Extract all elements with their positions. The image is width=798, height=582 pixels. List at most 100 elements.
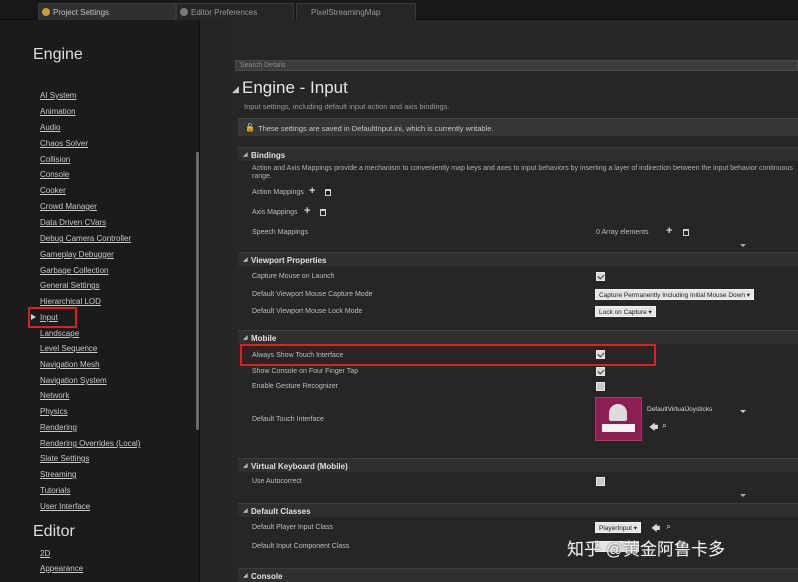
category-engine-heading: Engine [33,46,83,63]
tab-editor-preferences[interactable]: Editor Preferences [176,3,294,20]
sidebar-item-garbage-collection[interactable]: Garbage Collection [40,266,108,275]
tab-label: PixelStreamingMap [311,8,381,17]
use-selected-arrow-icon[interactable]: 🡄 [649,420,658,436]
sidebar-item-level-sequence[interactable]: Level Sequence [40,344,97,353]
sidebar-item-gameplay-debugger[interactable]: Gameplay Debugger [40,250,114,259]
highlight-box [240,344,656,366]
expand-arrow-icon[interactable] [740,244,746,247]
sidebar-item-cooker[interactable]: Cooker [40,186,66,195]
unlock-icon: 🔓 [245,123,255,132]
tab-label: Project Settings [53,8,110,17]
section-viewport-properties[interactable]: ◢ Viewport Properties [238,252,798,266]
gesture-label: Enable Gesture Recognizer [252,383,338,390]
capture-mouse-label: Capture Mouse on Launch [252,273,335,280]
autocorrect-label: Use Autocorrect [252,478,302,485]
lock-mode-label: Default Viewport Mouse Lock Mode [252,308,363,315]
input-component-label: Default Input Component Class [252,543,350,550]
collapse-caret-icon: ◢ [243,257,248,263]
section-bindings[interactable]: ◢ Bindings [238,147,798,161]
sidebar-item-general-settings[interactable]: General Settings [40,281,100,290]
expand-arrow-icon[interactable] [740,494,746,497]
sidebar-item-collision[interactable]: Collision [40,155,70,164]
sidebar-item-console[interactable]: Console [40,170,69,179]
add-icon[interactable]: + [304,206,310,217]
sidebar-item-crowd-manager[interactable]: Crowd Manager [40,202,97,211]
axis-mappings-label: Axis Mappings [252,209,298,216]
tab-pixelstreamingmap[interactable]: PixelStreamingMap [296,3,416,20]
collapse-caret-icon[interactable]: ◢ [232,84,239,95]
gesture-checkbox[interactable] [596,382,605,391]
section-title: Virtual Keyboard (Mobile) [251,462,348,471]
add-icon[interactable]: + [309,186,315,197]
section-console[interactable]: ◢ Console [238,568,798,582]
sidebar-item-hierarchical-lod[interactable]: Hierarchical LOD [40,297,101,306]
page-title: Engine - Input [242,78,348,97]
capture-mode-label: Default Viewport Mouse Capture Mode [252,291,373,298]
dropdown-value: PlayerInput [599,525,632,532]
show-console-label: Show Console on Four Finger Tap [252,368,359,375]
panel-gutter [200,20,230,582]
sidebar-item-user-interface[interactable]: User Interface [40,502,90,511]
config-notice: These settings are saved in DefaultInput… [238,118,798,136]
joystick-icon [609,404,627,421]
search-details-input[interactable]: Search Details [235,60,798,71]
sidebar-item-navigation-mesh[interactable]: Navigation Mesh [40,360,100,369]
sidebar-item-2d[interactable]: 2D [40,549,50,558]
sidebar-item-streaming[interactable]: Streaming [40,470,76,479]
section-virtual-keyboard[interactable]: ◢ Virtual Keyboard (Mobile) [238,458,798,472]
section-title: Default Classes [251,507,311,516]
sidebar-item-physics[interactable]: Physics [40,407,68,416]
trash-icon[interactable] [320,209,326,216]
speech-mappings-value: 0 Array elements [596,229,649,236]
dropdown-value: Capture Permanently Including Initial Mo… [599,292,745,299]
section-title: Viewport Properties [251,256,327,265]
sidebar-item-rendering[interactable]: Rendering [40,423,77,432]
section-mobile[interactable]: ◢ Mobile [238,330,798,344]
watermark: 知乎 @黄金阿鲁卡多 [567,540,725,559]
touch-interface-label: Default Touch Interface [252,416,324,423]
trash-icon[interactable] [325,189,331,196]
chevron-down-icon[interactable] [740,410,746,413]
browse-search-icon[interactable]: ⌕ [666,521,671,532]
tab-project-settings[interactable]: Project Settings [38,3,176,20]
player-input-dropdown[interactable]: PlayerInput ▾ [595,522,641,533]
show-console-checkbox[interactable] [596,367,605,376]
player-input-label: Default Player Input Class [252,524,333,531]
sidebar-item-ai-system[interactable]: AI System [40,91,76,100]
capture-mouse-checkbox[interactable] [596,272,605,281]
lock-mode-dropdown[interactable]: Lock on Capture ▾ [595,306,656,317]
sidebar-item-landscape[interactable]: Landscape [40,329,79,338]
sidebar-item-chaos-solver[interactable]: Chaos Solver [40,139,88,148]
collapse-caret-icon: ◢ [243,463,248,469]
category-editor-heading: Editor [33,523,75,540]
sidebar-scrollbar[interactable] [196,152,199,430]
tab-bar: Project Settings Editor Preferences Pixe… [0,0,798,20]
capture-mode-dropdown[interactable]: Capture Permanently Including Initial Mo… [595,289,755,300]
collapse-caret-icon: ◢ [243,335,248,341]
sidebar-item-appearance[interactable]: Appearance [40,564,83,573]
page-subtitle: Input settings, including default input … [244,102,450,111]
sidebar-item-slate-settings[interactable]: Slate Settings [40,454,89,463]
sidebar-item-animation[interactable]: Animation [40,107,76,116]
sidebar-item-data-driven-cvars[interactable]: Data Driven CVars [40,218,106,227]
tab-label: Editor Preferences [191,8,258,17]
add-icon[interactable]: + [666,226,672,237]
sidebar-item-rendering-overrides[interactable]: Rendering Overrides (Local) [40,439,141,448]
autocorrect-checkbox[interactable] [596,477,605,486]
section-title: Console [251,572,283,581]
section-default-classes[interactable]: ◢ Default Classes [238,503,798,517]
touch-interface-asset-dropdown[interactable]: DefaultVirtualJoysticks [647,406,742,417]
section-title: Mobile [251,334,277,343]
sidebar-item-navigation-system[interactable]: Navigation System [40,376,107,385]
browse-search-icon[interactable]: ⌕ [662,420,667,431]
dropdown-value: Lock on Capture [599,309,647,316]
sidebar-item-audio[interactable]: Audio [40,123,60,132]
sidebar-item-debug-camera-controller[interactable]: Debug Camera Controller [40,234,131,243]
trash-icon[interactable] [683,229,689,236]
sidebar-item-network[interactable]: Network [40,391,69,400]
collapse-caret-icon: ◢ [243,573,248,579]
speech-mappings-label: Speech Mappings [252,229,309,236]
thumbnail-bar [602,424,635,432]
bindings-description: Action and Axis Mappings provide a mecha… [252,165,793,180]
sidebar-item-tutorials[interactable]: Tutorials [40,486,70,495]
